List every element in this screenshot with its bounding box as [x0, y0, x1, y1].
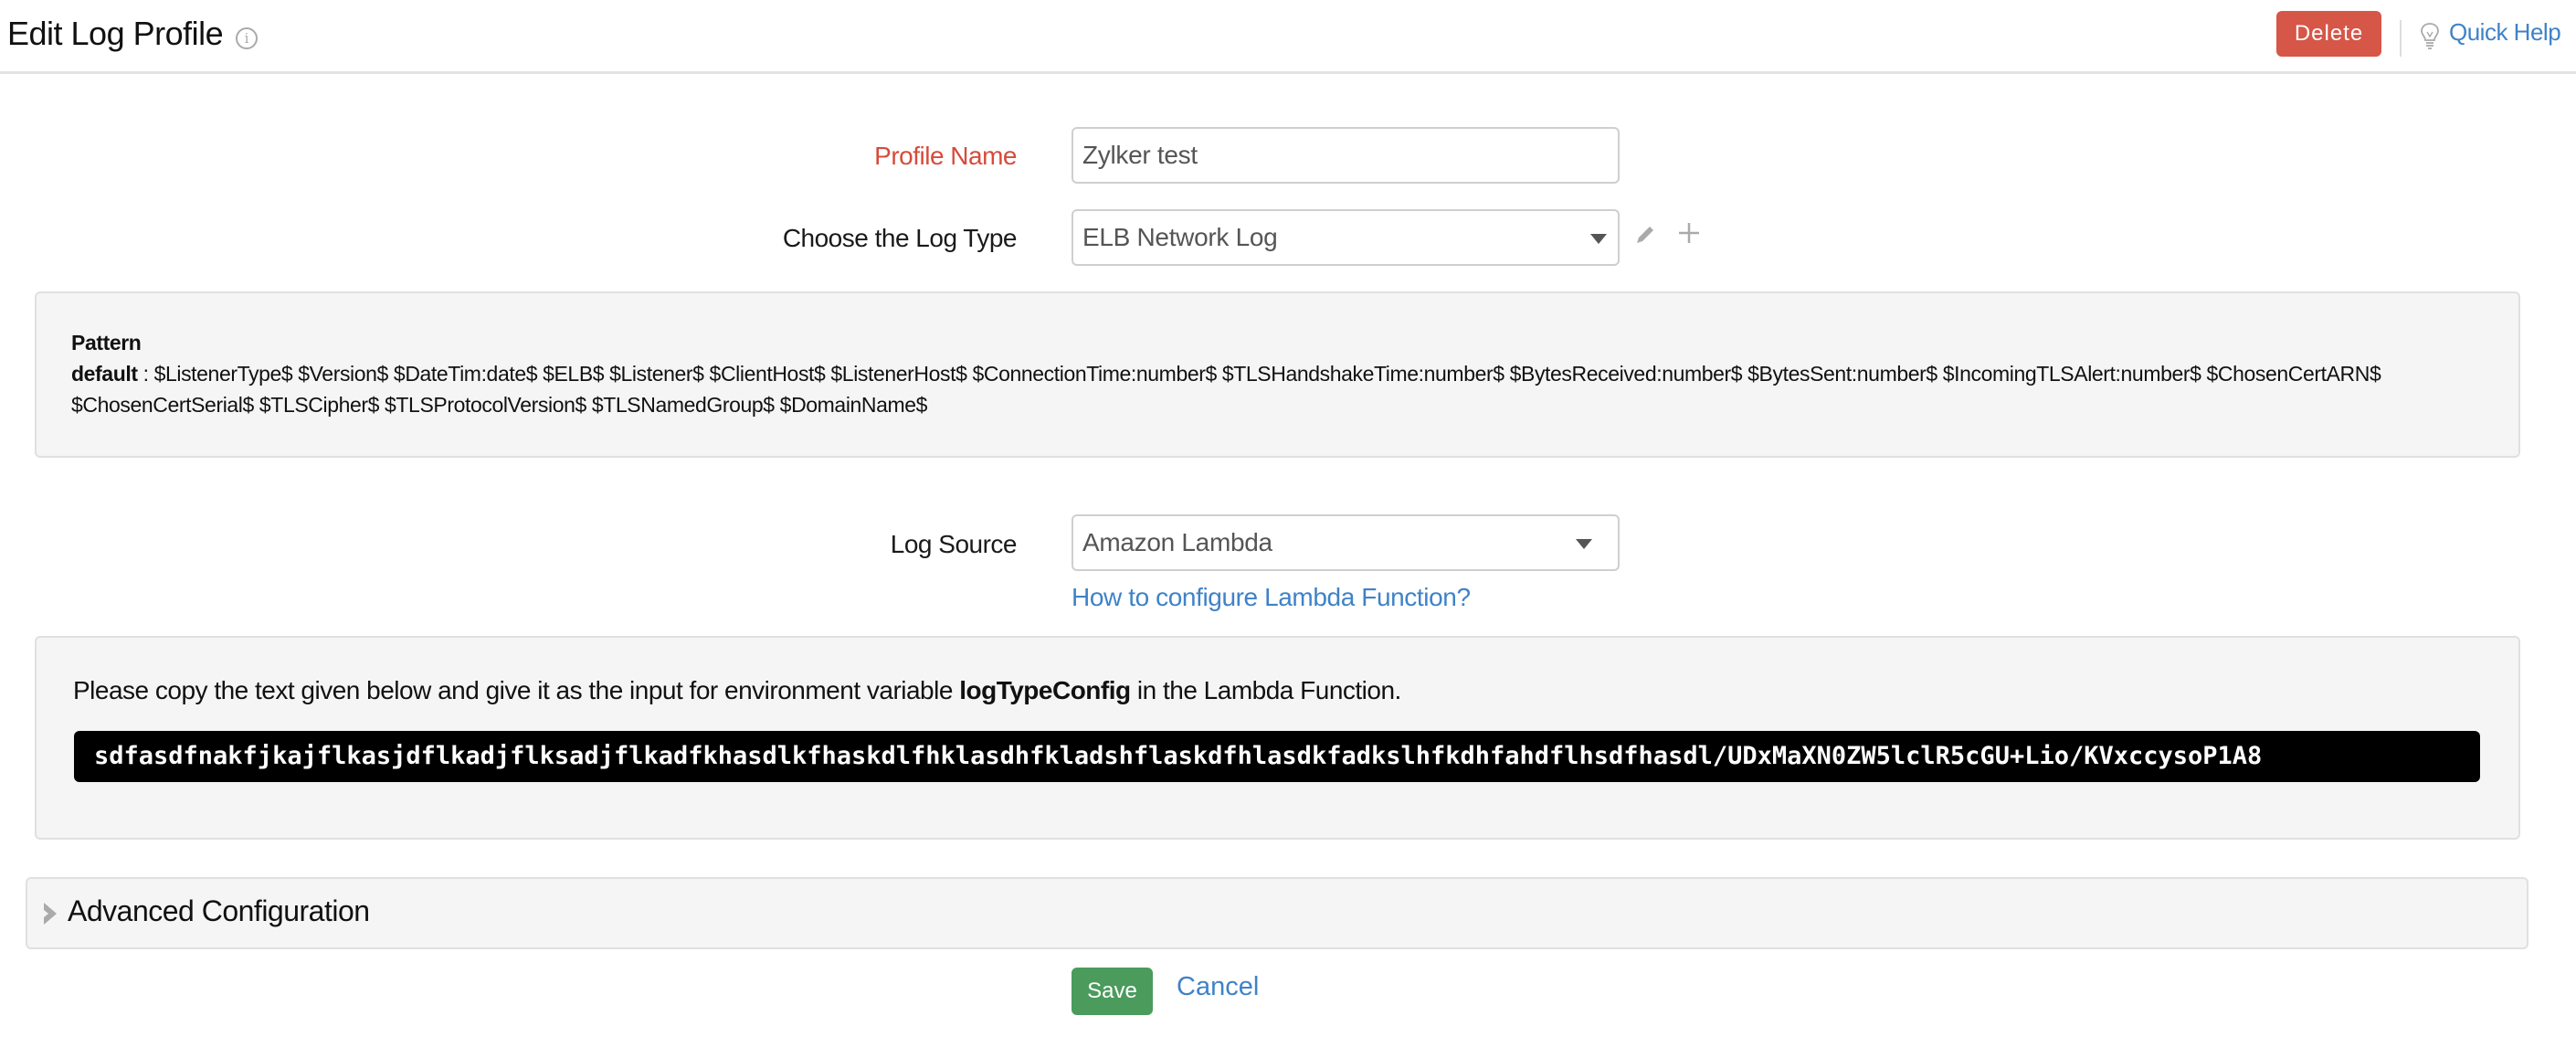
chevron-down-icon	[1576, 539, 1592, 549]
advanced-configuration-label: Advanced Configuration	[68, 894, 370, 927]
quick-help-link[interactable]: Quick Help	[2449, 18, 2561, 47]
lambda-help-link[interactable]: How to configure Lambda Function?	[1072, 583, 1471, 612]
log-type-select[interactable]: ELB Network Log	[1072, 209, 1620, 266]
delete-button[interactable]: Delete	[2276, 11, 2381, 57]
pattern-panel: Pattern default : $ListenerType$ $Versio…	[35, 291, 2520, 458]
chevron-down-icon	[1590, 234, 1607, 244]
log-type-label: Choose the Log Type	[782, 224, 1018, 252]
pattern-text: $ListenerType$ $Version$ $DateTim:date$ …	[71, 362, 2381, 417]
log-source-label: Log Source	[890, 530, 1018, 558]
pattern-heading: Pattern	[71, 331, 142, 354]
lambda-config-text[interactable]: sdfasdfnakfjkajflkasjdflkadjflksadjflkad…	[74, 731, 2480, 782]
env-variable-name: logTypeConfig	[959, 676, 1131, 704]
log-source-value: Amazon Lambda	[1082, 528, 1272, 556]
lambda-instruction: Please copy the text given below and giv…	[73, 676, 1401, 704]
profile-name-label: Profile Name	[874, 142, 1017, 170]
header-divider	[2400, 20, 2402, 57]
pattern-key: default	[71, 362, 138, 386]
plus-icon[interactable]	[1678, 222, 1700, 244]
info-circle-icon[interactable]: i	[236, 27, 258, 49]
save-button[interactable]: Save	[1072, 968, 1153, 1015]
pattern-value: default : $ListenerType$ $Version$ $Date…	[71, 362, 2381, 417]
cancel-link[interactable]: Cancel	[1177, 972, 1259, 1002]
log-source-select[interactable]: Amazon Lambda	[1072, 514, 1620, 571]
page-header	[0, 0, 2576, 74]
log-type-value: ELB Network Log	[1082, 223, 1278, 251]
profile-name-input[interactable]	[1072, 127, 1620, 184]
page-title: Edit Log Profile	[7, 15, 224, 52]
advanced-configuration-toggle[interactable]: Advanced Configuration	[26, 877, 2528, 949]
lightbulb-icon[interactable]	[2420, 22, 2440, 51]
pencil-icon[interactable]	[1633, 223, 1657, 247]
chevron-right-icon	[44, 903, 57, 925]
